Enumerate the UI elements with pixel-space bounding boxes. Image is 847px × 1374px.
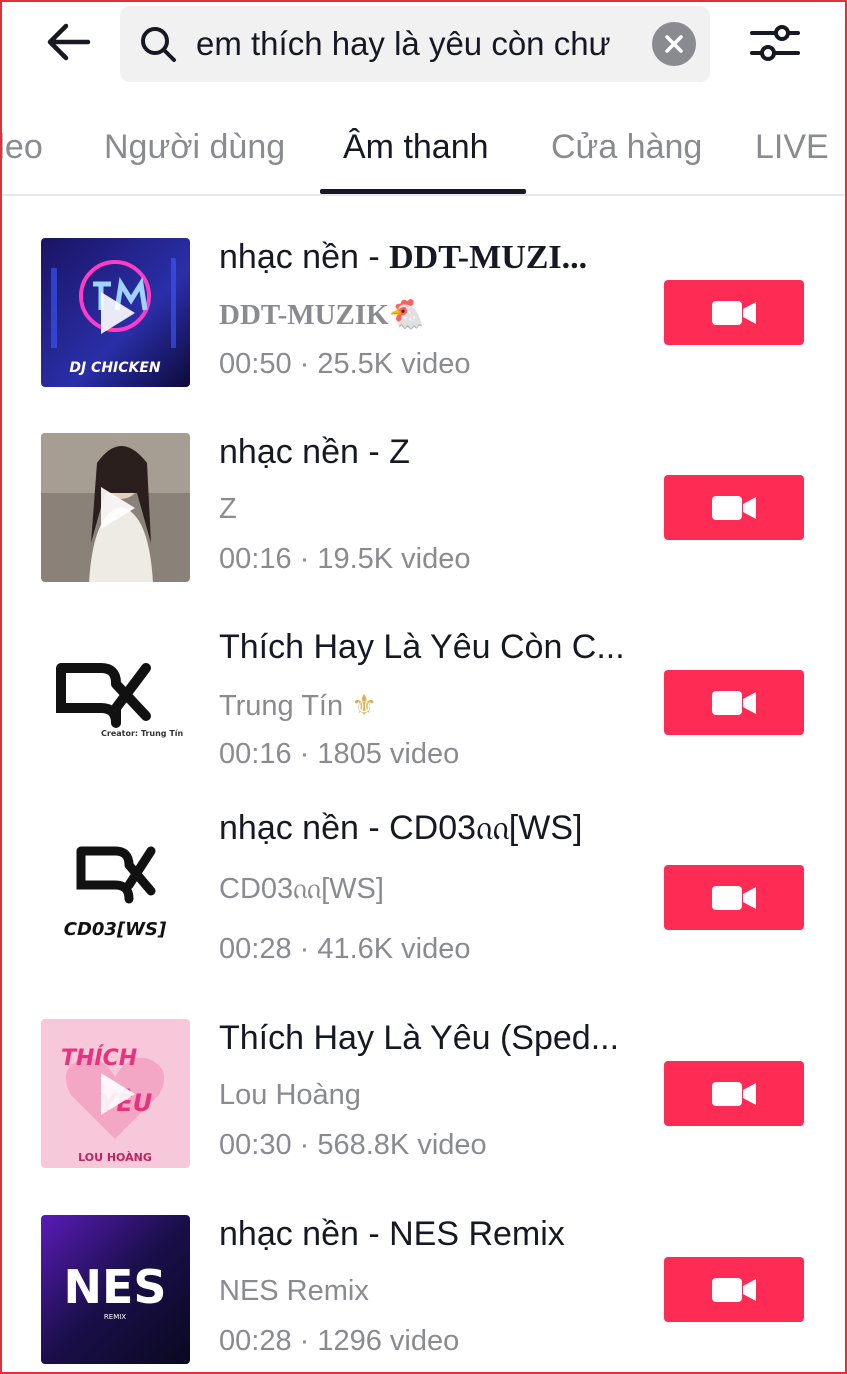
tab-users[interactable]: Người dùng (104, 100, 285, 194)
cover-text: NES (63, 1260, 166, 1314)
video-camera-icon (712, 690, 756, 715)
sound-title: nhạc nền - NES Remix (219, 1215, 565, 1253)
sound-cover[interactable]: CD03[WS] (41, 823, 190, 972)
sound-meta: 00:28 · 41.6K video (219, 933, 471, 965)
tab-live[interactable]: LIVE (755, 100, 829, 194)
play-icon (100, 291, 135, 334)
sound-meta: 00:16 · 1805 video (219, 738, 460, 770)
sound-title: nhạc nền - CD03ᦶ[WS] (219, 809, 583, 847)
search-header (0, 0, 847, 90)
list-item[interactable]: Creator: Trung Tín Thích Hay Là Yêu Còn … (0, 628, 847, 788)
video-camera-icon (712, 495, 756, 520)
sound-title: nhạc nền - Z (219, 433, 410, 471)
sound-author[interactable]: NES Remix (219, 1275, 639, 1308)
tab-sounds[interactable]: Âm thanh (343, 100, 489, 194)
filter-sliders-icon (750, 25, 800, 61)
filter-button[interactable] (742, 16, 808, 70)
sound-cover[interactable]: DJ CHICKEN (41, 238, 190, 387)
clear-icon (665, 35, 683, 53)
sound-title: Thích Hay Là Yêu Còn C... (219, 628, 625, 666)
sound-cover[interactable] (41, 433, 190, 582)
search-bar[interactable] (120, 6, 710, 82)
tab-shop[interactable]: Cửa hàng (551, 100, 702, 194)
video-camera-icon (712, 885, 756, 910)
back-button[interactable] (40, 18, 96, 66)
sound-cover[interactable]: Creator: Trung Tín (41, 628, 190, 777)
sound-meta: 00:30 · 568.8K video (219, 1129, 487, 1161)
sound-title: nhạc nền - DDT-MUZI... (219, 238, 588, 276)
play-icon (100, 1072, 135, 1115)
search-input[interactable] (178, 6, 652, 82)
sound-cover[interactable]: NES REMIX (41, 1215, 190, 1364)
sound-cover[interactable]: THÍCH YÊU LOU HOÀNG (41, 1019, 190, 1168)
cover-text: DJ CHICKEN (69, 360, 161, 376)
cover-text: CD03[WS] (64, 919, 167, 940)
video-camera-icon (712, 300, 756, 325)
svg-text:THÍCH: THÍCH (61, 1045, 137, 1071)
sound-meta: 00:28 · 1296 video (219, 1325, 460, 1357)
clear-search-button[interactable] (652, 22, 696, 66)
search-tabs: deo Người dùng Âm thanh Cửa hàng LIVE (0, 100, 847, 196)
list-item[interactable]: CD03[WS] nhạc nền - CD03ᦶ[WS] CD03ᦶ[WS] … (0, 809, 847, 983)
use-sound-button[interactable] (664, 670, 804, 735)
use-sound-button[interactable] (664, 475, 804, 540)
arrow-left-icon (47, 23, 91, 61)
chicken-emoji-icon: 🐔 (388, 299, 425, 331)
list-item[interactable]: DJ CHICKEN nhạc nền - DDT-MUZI... DDT-MU… (0, 238, 847, 398)
list-item[interactable]: nhạc nền - Z Z 00:16 · 19.5K video (0, 433, 847, 593)
sound-author[interactable]: DDT-MUZIK🐔 (219, 298, 639, 332)
cover-text: LOU HOÀNG (78, 1151, 152, 1164)
cover-text: Creator: Trung Tín (101, 729, 184, 738)
video-camera-icon (712, 1277, 756, 1302)
sound-title: Thích Hay Là Yêu (Sped... (219, 1019, 620, 1057)
play-icon (100, 486, 135, 529)
sound-author[interactable]: CD03ᦶ[WS] (219, 873, 639, 908)
list-item[interactable]: THÍCH YÊU LOU HOÀNG Thích Hay Là Yêu (Sp… (0, 1019, 847, 1179)
use-sound-button[interactable] (664, 1061, 804, 1126)
sound-author[interactable]: Z (219, 493, 639, 526)
sound-meta: 00:16 · 19.5K video (219, 543, 471, 575)
use-sound-button[interactable] (664, 1257, 804, 1322)
sound-meta: 00:50 · 25.5K video (219, 348, 471, 380)
fleur-de-lis-icon: ⚜ (351, 690, 378, 722)
svg-text:REMIX: REMIX (104, 1313, 126, 1321)
sound-author[interactable]: Trung Tín ⚜ (219, 688, 639, 723)
use-sound-button[interactable] (664, 280, 804, 345)
use-sound-button[interactable] (664, 865, 804, 930)
sound-author[interactable]: Lou Hoàng (219, 1079, 639, 1112)
active-tab-indicator (320, 189, 526, 194)
tab-video[interactable]: deo (0, 100, 43, 194)
search-icon (138, 24, 178, 64)
list-item[interactable]: NES REMIX nhạc nền - NES Remix NES Remix… (0, 1215, 847, 1374)
video-camera-icon (712, 1081, 756, 1106)
